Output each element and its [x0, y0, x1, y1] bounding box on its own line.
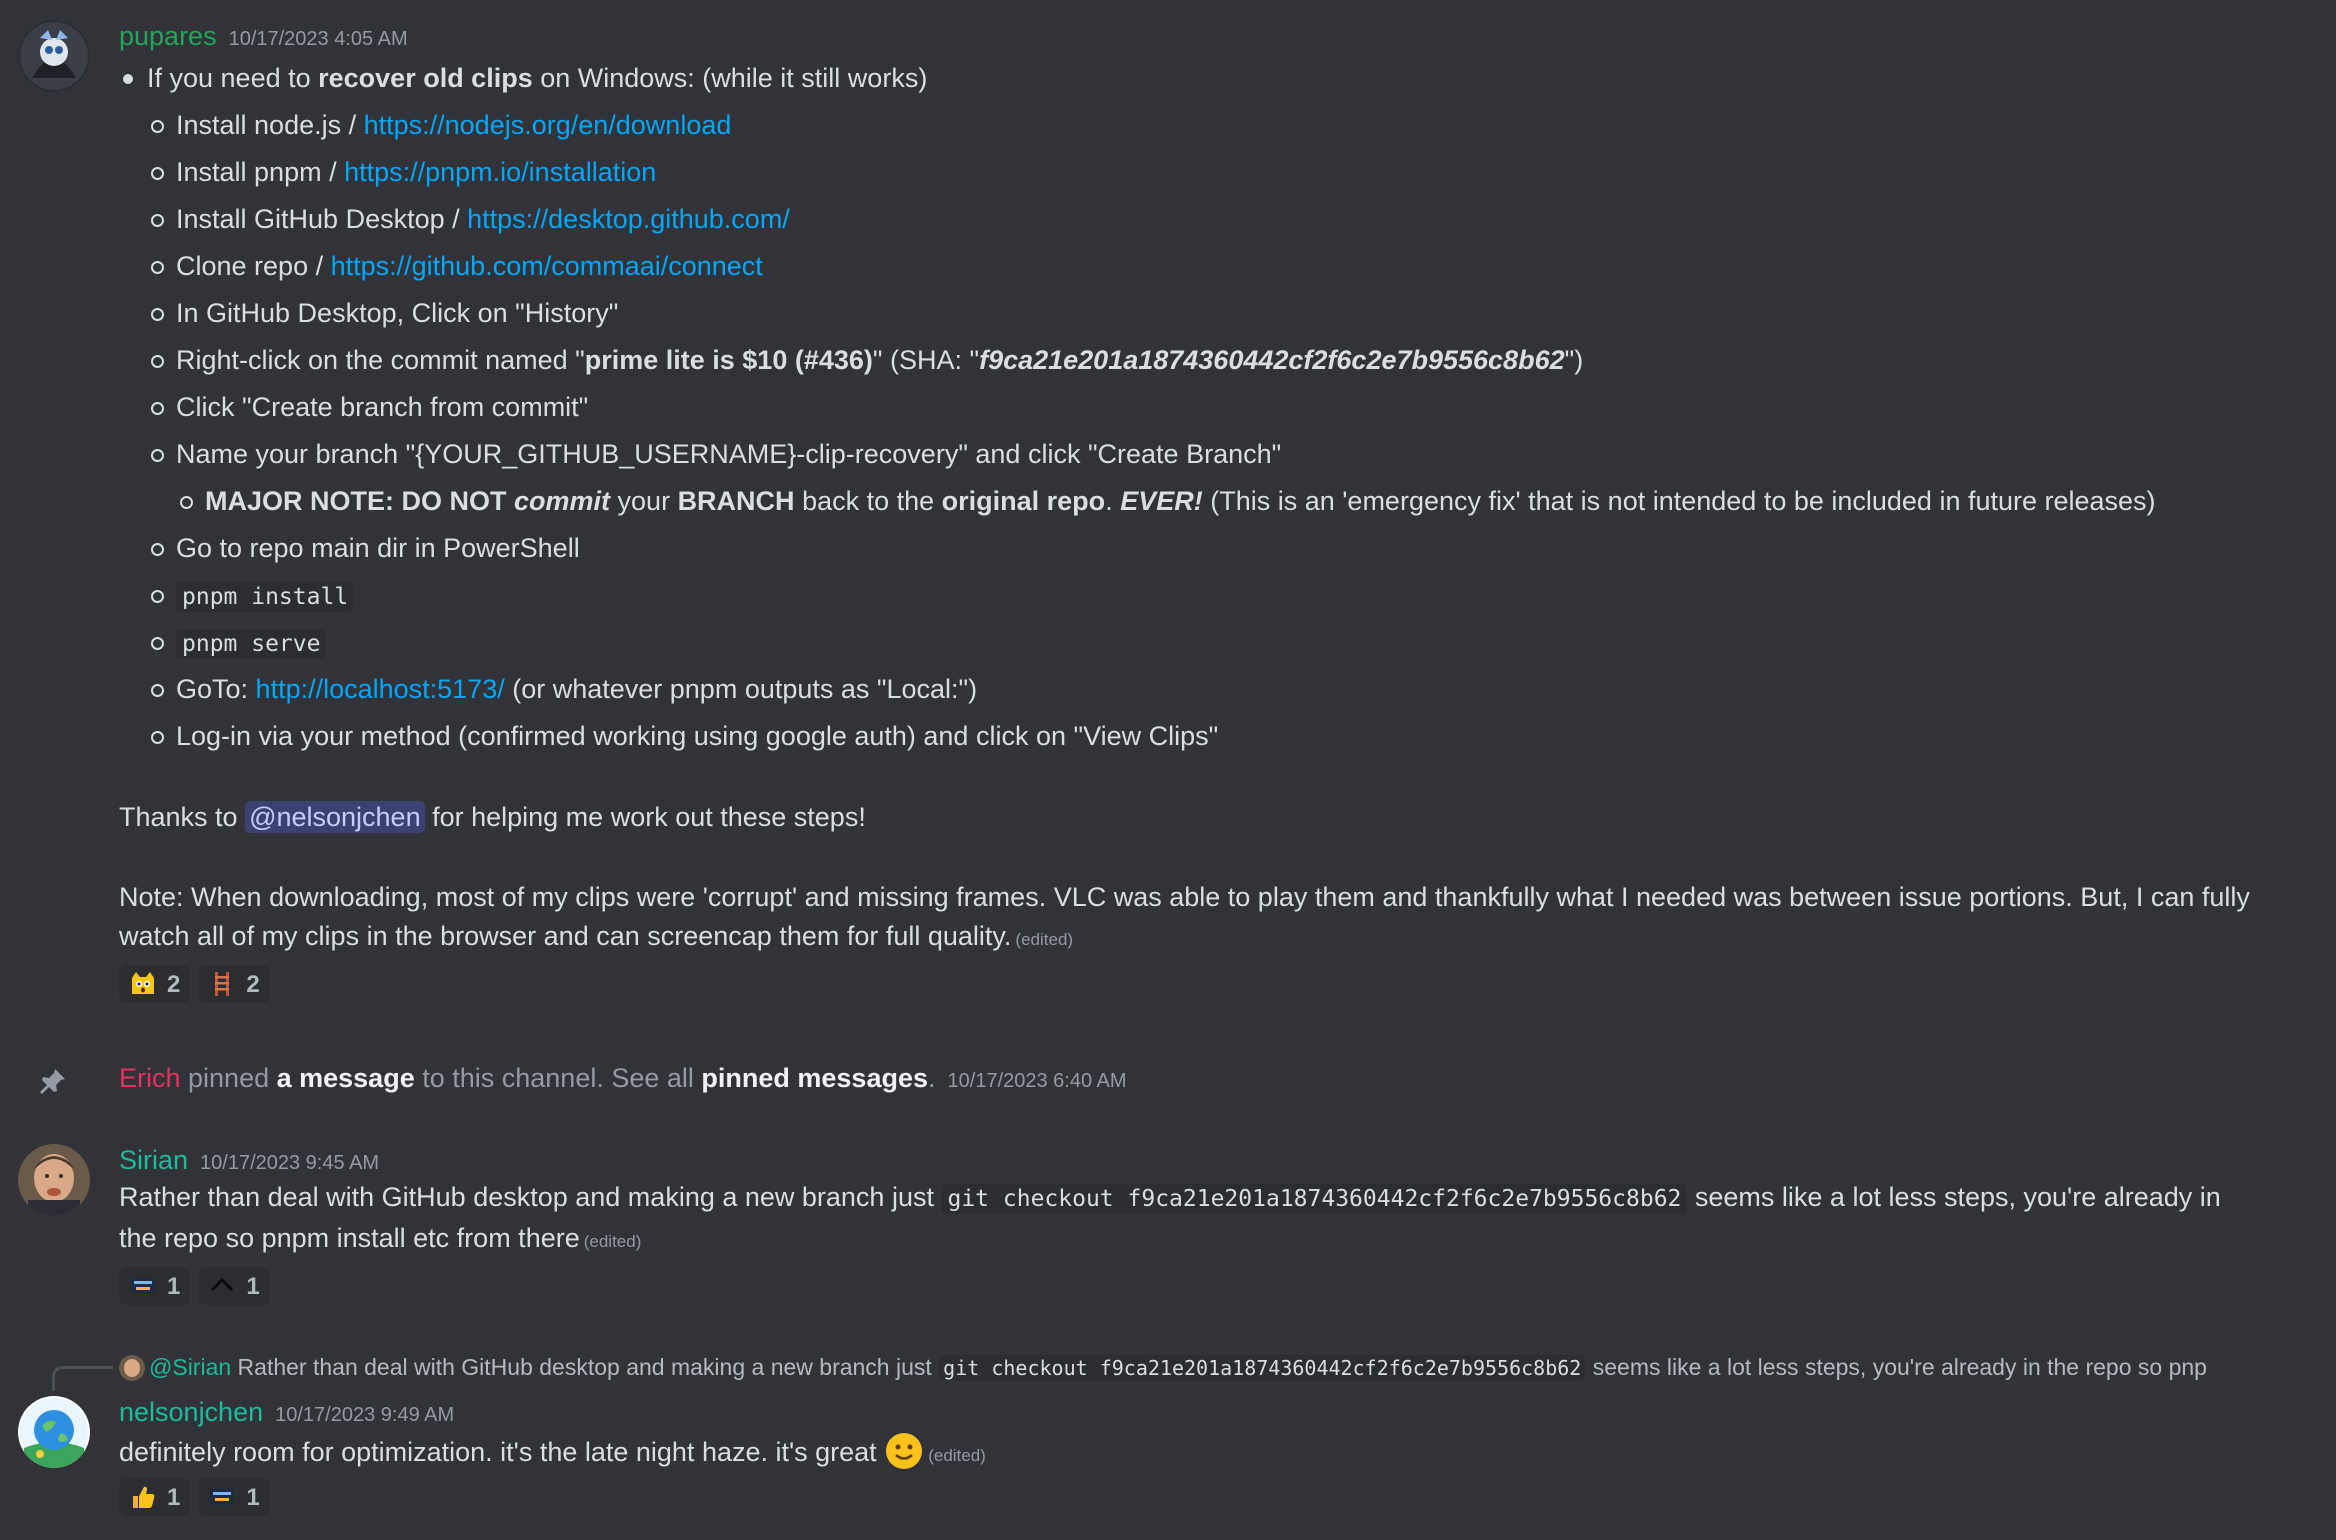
link-pnpm[interactable]: https://pnpm.io/installation: [344, 157, 656, 187]
list-item: GoTo: http://localhost:5173/ (or whateve…: [119, 666, 2306, 713]
ladder-emoji-icon: [208, 970, 236, 998]
list-item: Clone repo / https://github.com/commaai/…: [119, 243, 2306, 290]
reply-avatar: [119, 1355, 145, 1381]
step-list: If you need to recover old clips on Wind…: [119, 55, 2306, 102]
reactions: 2 2: [119, 965, 2306, 1003]
pinner-name[interactable]: Erich: [119, 1063, 181, 1093]
list-item: Right-click on the commit named "prime l…: [119, 337, 2306, 384]
link-pinned-message[interactable]: a message: [277, 1063, 415, 1093]
note-line: Note: When downloading, most of my clips…: [119, 882, 2250, 912]
timestamp: 10/17/2023 6:40 AM: [947, 1070, 1127, 1092]
reactions: 1 1: [119, 1267, 2306, 1305]
reactions: 1 1: [119, 1478, 2306, 1516]
chat-messages: pupares 10/17/2023 4:05 AM If you need to…: [0, 0, 2336, 1540]
note-line: watch all of my clips in the browser and…: [119, 921, 1074, 951]
list-item: pnpm install: [119, 572, 2306, 619]
list-item: Install node.js / https://nodejs.org/en/…: [119, 102, 2306, 149]
list-item: In GitHub Desktop, Click on "History": [119, 290, 2306, 337]
code-git-checkout: git checkout f9ca21e201a1874360442cf2f6c…: [941, 1184, 1688, 1214]
link-nodejs[interactable]: https://nodejs.org/en/download: [364, 110, 732, 140]
reply-connector: [52, 1366, 113, 1391]
code-pnpm-serve: pnpm serve: [176, 629, 327, 659]
timestamp: 10/17/2023 9:49 AM: [275, 1404, 455, 1426]
list-item: Click "Create branch from commit": [119, 384, 2306, 431]
pin-notice: Erich pinned a message to this channel. …: [0, 1058, 2336, 1098]
list-item: Log-in via your method (confirmed workin…: [119, 713, 2306, 760]
list-item: Install GitHub Desktop / https://desktop…: [119, 196, 2306, 243]
link-localhost[interactable]: http://localhost:5173/: [256, 674, 505, 704]
surprised-cat-emoji-icon: [129, 970, 157, 998]
message-text: definitely room for optimization. it's t…: [119, 1430, 2306, 1474]
timestamp: 10/17/2023 4:05 AM: [228, 28, 408, 50]
reaction-surprised-cat[interactable]: 2: [119, 965, 191, 1003]
pin-icon: [38, 1066, 68, 1096]
list-item: Install pnpm / https://pnpm.io/installat…: [119, 149, 2306, 196]
thank-you-emoji-icon: [208, 1483, 236, 1511]
reaction-ladder[interactable]: 2: [198, 965, 270, 1003]
list-item: Name your branch "{YOUR_GITHUB_USERNAME}…: [119, 431, 2306, 478]
step-sublist: Install node.js / https://nodejs.org/en/…: [119, 102, 2306, 760]
edited-tag: (edited): [583, 1232, 642, 1251]
message-text: the repo so pnpm install etc from there(…: [119, 1223, 642, 1253]
timestamp: 10/17/2023 9:45 AM: [200, 1152, 380, 1174]
list-item: pnpm serve: [119, 619, 2306, 666]
username[interactable]: nelsonjchen: [119, 1397, 263, 1427]
link-repo[interactable]: https://github.com/commaai/connect: [331, 251, 763, 281]
mention-nelsonjchen[interactable]: @nelsonjchen: [245, 801, 425, 833]
code-pnpm-install: pnpm install: [176, 582, 355, 612]
list-item: If you need to recover old clips on Wind…: [119, 55, 2306, 102]
reaction-caret-up[interactable]: 1: [198, 1267, 270, 1305]
list-item-major-note: MAJOR NOTE: DO NOT commit your BRANCH ba…: [119, 478, 2306, 525]
reaction-thank-you[interactable]: 1: [119, 1267, 191, 1305]
edited-tag: (edited): [1015, 930, 1074, 949]
reaction-thank-you[interactable]: 1: [198, 1478, 270, 1516]
reply-code: git checkout f9ca21e201a1874360442cf2f6c…: [938, 1355, 1587, 1381]
thanks-line: Thanks to @nelsonjchen for helping me wo…: [119, 801, 866, 833]
reaction-thumbs-up[interactable]: 1: [119, 1478, 191, 1516]
message-text: Rather than deal with GitHub desktop and…: [119, 1182, 2221, 1214]
avatar[interactable]: [18, 20, 90, 92]
thank-you-emoji-icon: [129, 1272, 157, 1300]
username[interactable]: pupares: [119, 21, 217, 51]
slightly-smiling-face-icon: [884, 1431, 924, 1471]
reply-preview[interactable]: @Sirian Rather than deal with GitHub des…: [119, 1350, 2309, 1384]
reply-author[interactable]: @Sirian: [149, 1354, 231, 1380]
thumbs-up-emoji-icon: [129, 1483, 157, 1511]
avatar[interactable]: [18, 1396, 90, 1468]
list-item: Go to repo main dir in PowerShell: [119, 525, 2306, 572]
link-github-desktop[interactable]: https://desktop.github.com/: [467, 204, 790, 234]
avatar[interactable]: [18, 1144, 90, 1216]
caret-up-emoji-icon: [208, 1272, 236, 1300]
edited-tag: (edited): [928, 1446, 986, 1465]
link-pinned-messages[interactable]: pinned messages: [701, 1063, 928, 1093]
username[interactable]: Sirian: [119, 1145, 188, 1175]
